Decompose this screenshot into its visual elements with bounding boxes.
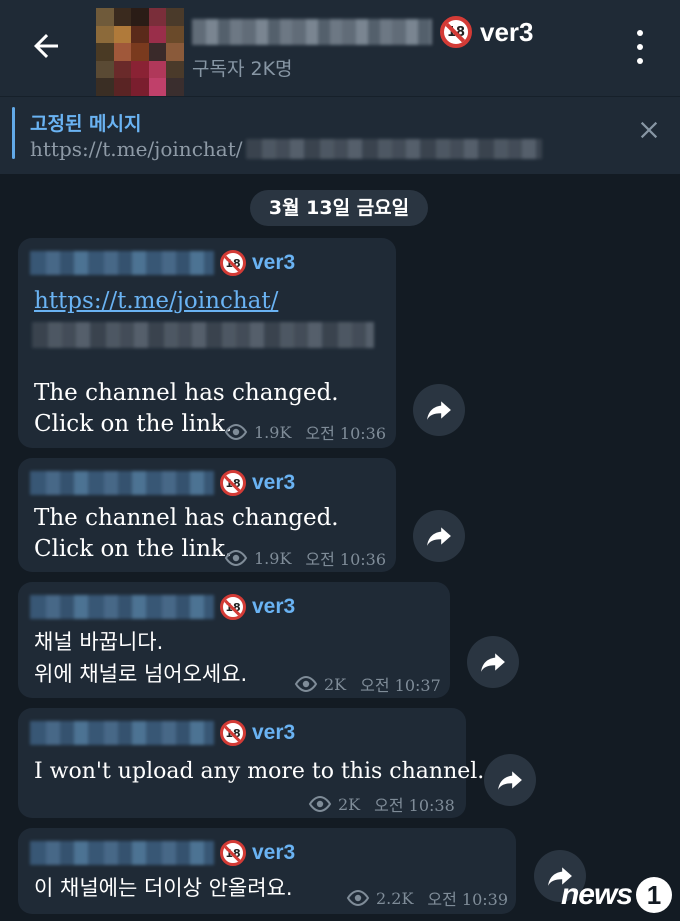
eye-icon <box>346 890 370 906</box>
message-link[interactable]: https://t.me/joinchat/ <box>34 286 278 317</box>
sender-name-suffix: ver3 <box>252 841 296 864</box>
message-time: 오전 10:36 <box>305 550 387 569</box>
eye-icon <box>308 796 332 812</box>
message-sender[interactable]: 18 ver3 <box>30 468 295 498</box>
message-sender[interactable]: 18 ver3 <box>30 248 295 278</box>
view-count: 2K <box>324 674 347 694</box>
sender-name-suffix: ver3 <box>252 721 296 744</box>
pinned-accent-bar <box>12 107 15 159</box>
message-time: 오전 10:36 <box>305 424 387 443</box>
message-meta: 2K 오전 10:38 <box>308 792 455 816</box>
link-redacted <box>32 322 374 348</box>
no-under-18-icon: 18 <box>220 594 246 620</box>
eye-icon <box>224 424 248 440</box>
message-sender[interactable]: 18 ver3 <box>30 838 295 868</box>
share-arrow-icon <box>498 771 522 790</box>
no-under-18-icon: 18 <box>220 720 246 746</box>
no-under-18-icon: 18 <box>220 840 246 866</box>
share-arrow-icon <box>427 401 451 420</box>
sender-name-redacted <box>30 721 214 745</box>
message-meta: 2.2K 오전 10:39 <box>346 886 508 910</box>
view-count: 1.9K <box>254 422 292 442</box>
eye-icon <box>294 676 318 692</box>
message-bubble[interactable]: 18 ver3 I won't upload any more to this … <box>18 708 484 818</box>
forward-button[interactable] <box>467 636 519 688</box>
message-bubble[interactable]: 18 ver3 https://t.me/joinchat/ The chann… <box>18 238 396 448</box>
message-bubble[interactable]: 18 ver3 The channel has changed. Click o… <box>18 458 396 572</box>
share-arrow-icon <box>427 527 451 546</box>
pinned-link-redacted <box>246 139 543 159</box>
pinned-link[interactable]: https://t.me/joinchat/ <box>30 137 543 161</box>
message-meta: 1.9K 오전 10:36 <box>224 546 386 570</box>
sender-name-redacted <box>30 471 214 495</box>
message-time: 오전 10:38 <box>374 796 455 815</box>
pinned-title: 고정된 메시지 <box>30 113 142 135</box>
sender-name-redacted <box>30 595 214 619</box>
message-text: 채널 바꿉니다. 위에 채널로 넘어오세요. <box>34 630 248 686</box>
close-icon[interactable] <box>638 119 660 141</box>
view-count: 2K <box>338 794 361 814</box>
channel-avatar[interactable] <box>96 8 184 96</box>
no-under-18-icon: 18 <box>220 470 246 496</box>
message-sender[interactable]: 18 ver3 <box>30 592 295 622</box>
channel-name-redacted <box>192 19 432 45</box>
forward-button[interactable] <box>484 754 536 806</box>
view-count: 2.2K <box>376 888 414 908</box>
sender-name-redacted <box>30 841 214 865</box>
watermark-text: news <box>560 878 633 911</box>
no-under-18-icon: 18 <box>440 16 472 48</box>
chat-header: 18 ver3 구독자 2K명 <box>0 0 680 96</box>
pinned-link-text: https://t.me/joinchat/ <box>30 137 243 161</box>
message-meta: 2K 오전 10:37 <box>294 672 441 696</box>
share-arrow-icon <box>481 653 505 672</box>
sender-name-suffix: ver3 <box>252 595 296 618</box>
joinchat-link[interactable]: https://t.me/joinchat/ <box>34 288 278 314</box>
message-time: 오전 10:39 <box>427 890 509 909</box>
news1-watermark: news 1 <box>561 877 672 913</box>
forward-button[interactable] <box>413 510 465 562</box>
channel-name-suffix: ver3 <box>480 16 534 47</box>
message-bubble[interactable]: 18 ver3 채널 바꿉니다. 위에 채널로 넘어오세요. 2K 오전 10:… <box>18 582 450 698</box>
more-vertical-icon[interactable] <box>630 30 650 64</box>
message-time: 오전 10:37 <box>360 676 441 695</box>
sender-name-redacted <box>30 251 214 275</box>
message-bubble[interactable]: 18 ver3 이 채널에는 더이상 안올려요. 2.2K 오전 10:39 <box>18 828 516 914</box>
channel-title[interactable]: 18 ver3 <box>192 14 534 50</box>
sender-name-suffix: ver3 <box>252 471 296 494</box>
no-under-18-icon: 18 <box>220 250 246 276</box>
message-text: 이 채널에는 더이상 안올려요. <box>34 876 293 900</box>
message-text: I won't upload any more to this channel. <box>34 759 485 784</box>
message-sender[interactable]: 18 ver3 <box>30 718 295 748</box>
eye-icon <box>224 550 248 566</box>
sender-name-suffix: ver3 <box>252 251 296 274</box>
watermark-logo: 1 <box>636 877 672 913</box>
date-separator: 3월 13일 금요일 <box>250 190 428 226</box>
message-meta: 1.9K 오전 10:36 <box>224 420 386 444</box>
pinned-message[interactable]: 고정된 메시지 https://t.me/joinchat/ <box>0 96 680 174</box>
view-count: 1.9K <box>254 548 292 568</box>
back-arrow-icon[interactable] <box>28 28 64 64</box>
forward-button[interactable] <box>413 384 465 436</box>
subscriber-count: 구독자 2K명 <box>192 58 293 80</box>
